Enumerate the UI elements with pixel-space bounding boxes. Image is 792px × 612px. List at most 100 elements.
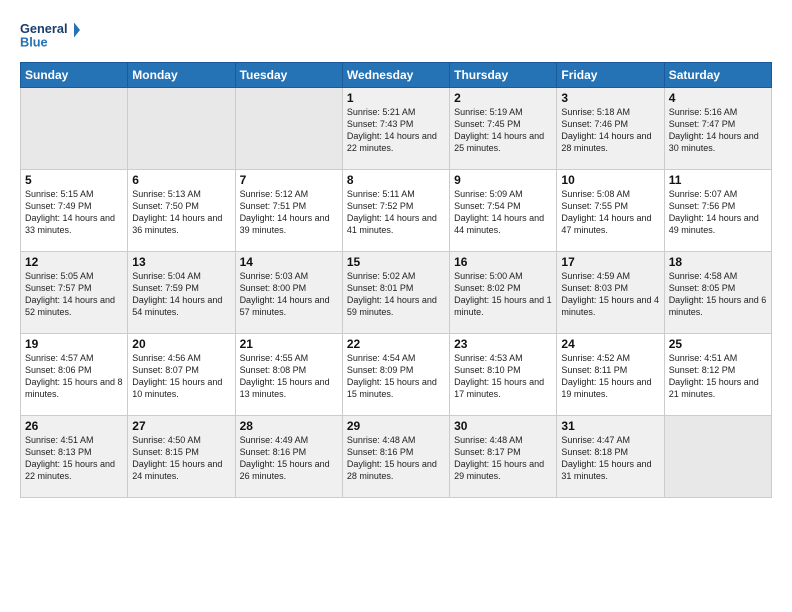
day-info: Sunrise: 5:15 AMSunset: 7:49 PMDaylight:… bbox=[25, 189, 115, 235]
day-number: 14 bbox=[240, 255, 338, 269]
calendar-cell: 26 Sunrise: 4:51 AMSunset: 8:13 PMDaylig… bbox=[21, 416, 128, 498]
day-number: 1 bbox=[347, 91, 445, 105]
calendar-cell: 17 Sunrise: 4:59 AMSunset: 8:03 PMDaylig… bbox=[557, 252, 664, 334]
calendar-cell: 22 Sunrise: 4:54 AMSunset: 8:09 PMDaylig… bbox=[342, 334, 449, 416]
day-number: 2 bbox=[454, 91, 552, 105]
day-number: 12 bbox=[25, 255, 123, 269]
calendar-cell: 21 Sunrise: 4:55 AMSunset: 8:08 PMDaylig… bbox=[235, 334, 342, 416]
day-info: Sunrise: 4:57 AMSunset: 8:06 PMDaylight:… bbox=[25, 353, 123, 399]
svg-text:General: General bbox=[20, 21, 67, 36]
weekday-header: Sunday bbox=[21, 63, 128, 88]
calendar-cell: 29 Sunrise: 4:48 AMSunset: 8:16 PMDaylig… bbox=[342, 416, 449, 498]
day-number: 20 bbox=[132, 337, 230, 351]
day-number: 31 bbox=[561, 419, 659, 433]
day-number: 3 bbox=[561, 91, 659, 105]
calendar-cell: 20 Sunrise: 4:56 AMSunset: 8:07 PMDaylig… bbox=[128, 334, 235, 416]
day-info: Sunrise: 5:02 AMSunset: 8:01 PMDaylight:… bbox=[347, 271, 437, 317]
calendar-cell: 19 Sunrise: 4:57 AMSunset: 8:06 PMDaylig… bbox=[21, 334, 128, 416]
day-info: Sunrise: 5:13 AMSunset: 7:50 PMDaylight:… bbox=[132, 189, 222, 235]
header: General Blue bbox=[20, 16, 772, 56]
day-info: Sunrise: 5:11 AMSunset: 7:52 PMDaylight:… bbox=[347, 189, 437, 235]
day-info: Sunrise: 4:59 AMSunset: 8:03 PMDaylight:… bbox=[561, 271, 659, 317]
calendar-cell: 6 Sunrise: 5:13 AMSunset: 7:50 PMDayligh… bbox=[128, 170, 235, 252]
calendar-cell: 4 Sunrise: 5:16 AMSunset: 7:47 PMDayligh… bbox=[664, 88, 771, 170]
calendar-cell: 5 Sunrise: 5:15 AMSunset: 7:49 PMDayligh… bbox=[21, 170, 128, 252]
calendar-cell: 27 Sunrise: 4:50 AMSunset: 8:15 PMDaylig… bbox=[128, 416, 235, 498]
day-info: Sunrise: 4:53 AMSunset: 8:10 PMDaylight:… bbox=[454, 353, 544, 399]
weekday-header: Monday bbox=[128, 63, 235, 88]
day-number: 25 bbox=[669, 337, 767, 351]
calendar-cell: 11 Sunrise: 5:07 AMSunset: 7:56 PMDaylig… bbox=[664, 170, 771, 252]
calendar-cell: 31 Sunrise: 4:47 AMSunset: 8:18 PMDaylig… bbox=[557, 416, 664, 498]
page: General Blue SundayMondayTuesdayWednesda… bbox=[0, 0, 792, 508]
weekday-header: Friday bbox=[557, 63, 664, 88]
day-info: Sunrise: 4:50 AMSunset: 8:15 PMDaylight:… bbox=[132, 435, 222, 481]
calendar-cell: 23 Sunrise: 4:53 AMSunset: 8:10 PMDaylig… bbox=[450, 334, 557, 416]
calendar-cell bbox=[21, 88, 128, 170]
calendar-cell: 1 Sunrise: 5:21 AMSunset: 7:43 PMDayligh… bbox=[342, 88, 449, 170]
day-number: 16 bbox=[454, 255, 552, 269]
day-info: Sunrise: 5:03 AMSunset: 8:00 PMDaylight:… bbox=[240, 271, 330, 317]
day-info: Sunrise: 4:51 AMSunset: 8:12 PMDaylight:… bbox=[669, 353, 759, 399]
calendar-cell: 30 Sunrise: 4:48 AMSunset: 8:17 PMDaylig… bbox=[450, 416, 557, 498]
day-info: Sunrise: 5:05 AMSunset: 7:57 PMDaylight:… bbox=[25, 271, 115, 317]
day-number: 26 bbox=[25, 419, 123, 433]
day-number: 4 bbox=[669, 91, 767, 105]
day-info: Sunrise: 4:48 AMSunset: 8:16 PMDaylight:… bbox=[347, 435, 437, 481]
calendar-row: 26 Sunrise: 4:51 AMSunset: 8:13 PMDaylig… bbox=[21, 416, 772, 498]
weekday-header: Wednesday bbox=[342, 63, 449, 88]
day-number: 23 bbox=[454, 337, 552, 351]
day-number: 11 bbox=[669, 173, 767, 187]
day-number: 7 bbox=[240, 173, 338, 187]
calendar-cell: 12 Sunrise: 5:05 AMSunset: 7:57 PMDaylig… bbox=[21, 252, 128, 334]
day-info: Sunrise: 5:12 AMSunset: 7:51 PMDaylight:… bbox=[240, 189, 330, 235]
calendar-cell: 7 Sunrise: 5:12 AMSunset: 7:51 PMDayligh… bbox=[235, 170, 342, 252]
day-info: Sunrise: 5:04 AMSunset: 7:59 PMDaylight:… bbox=[132, 271, 222, 317]
calendar-cell: 13 Sunrise: 5:04 AMSunset: 7:59 PMDaylig… bbox=[128, 252, 235, 334]
calendar-cell: 24 Sunrise: 4:52 AMSunset: 8:11 PMDaylig… bbox=[557, 334, 664, 416]
day-number: 18 bbox=[669, 255, 767, 269]
day-number: 13 bbox=[132, 255, 230, 269]
day-info: Sunrise: 5:09 AMSunset: 7:54 PMDaylight:… bbox=[454, 189, 544, 235]
day-info: Sunrise: 5:07 AMSunset: 7:56 PMDaylight:… bbox=[669, 189, 759, 235]
logo: General Blue bbox=[20, 16, 80, 56]
day-info: Sunrise: 4:55 AMSunset: 8:08 PMDaylight:… bbox=[240, 353, 330, 399]
calendar-row: 19 Sunrise: 4:57 AMSunset: 8:06 PMDaylig… bbox=[21, 334, 772, 416]
day-info: Sunrise: 4:52 AMSunset: 8:11 PMDaylight:… bbox=[561, 353, 651, 399]
day-info: Sunrise: 4:54 AMSunset: 8:09 PMDaylight:… bbox=[347, 353, 437, 399]
calendar-cell: 25 Sunrise: 4:51 AMSunset: 8:12 PMDaylig… bbox=[664, 334, 771, 416]
calendar-cell: 3 Sunrise: 5:18 AMSunset: 7:46 PMDayligh… bbox=[557, 88, 664, 170]
calendar-cell: 10 Sunrise: 5:08 AMSunset: 7:55 PMDaylig… bbox=[557, 170, 664, 252]
day-info: Sunrise: 4:49 AMSunset: 8:16 PMDaylight:… bbox=[240, 435, 330, 481]
calendar-cell: 15 Sunrise: 5:02 AMSunset: 8:01 PMDaylig… bbox=[342, 252, 449, 334]
calendar: SundayMondayTuesdayWednesdayThursdayFrid… bbox=[20, 62, 772, 498]
svg-text:Blue: Blue bbox=[20, 35, 48, 50]
day-number: 5 bbox=[25, 173, 123, 187]
weekday-header: Tuesday bbox=[235, 63, 342, 88]
day-info: Sunrise: 4:48 AMSunset: 8:17 PMDaylight:… bbox=[454, 435, 544, 481]
day-info: Sunrise: 4:47 AMSunset: 8:18 PMDaylight:… bbox=[561, 435, 651, 481]
day-number: 10 bbox=[561, 173, 659, 187]
day-number: 24 bbox=[561, 337, 659, 351]
day-info: Sunrise: 5:18 AMSunset: 7:46 PMDaylight:… bbox=[561, 107, 651, 153]
day-info: Sunrise: 4:56 AMSunset: 8:07 PMDaylight:… bbox=[132, 353, 222, 399]
day-number: 8 bbox=[347, 173, 445, 187]
calendar-cell: 8 Sunrise: 5:11 AMSunset: 7:52 PMDayligh… bbox=[342, 170, 449, 252]
calendar-row: 12 Sunrise: 5:05 AMSunset: 7:57 PMDaylig… bbox=[21, 252, 772, 334]
day-number: 9 bbox=[454, 173, 552, 187]
calendar-row: 5 Sunrise: 5:15 AMSunset: 7:49 PMDayligh… bbox=[21, 170, 772, 252]
day-info: Sunrise: 4:58 AMSunset: 8:05 PMDaylight:… bbox=[669, 271, 767, 317]
day-info: Sunrise: 5:08 AMSunset: 7:55 PMDaylight:… bbox=[561, 189, 651, 235]
day-info: Sunrise: 5:00 AMSunset: 8:02 PMDaylight:… bbox=[454, 271, 552, 317]
day-info: Sunrise: 5:16 AMSunset: 7:47 PMDaylight:… bbox=[669, 107, 759, 153]
day-number: 22 bbox=[347, 337, 445, 351]
weekday-header: Saturday bbox=[664, 63, 771, 88]
weekday-header: Thursday bbox=[450, 63, 557, 88]
calendar-cell: 28 Sunrise: 4:49 AMSunset: 8:16 PMDaylig… bbox=[235, 416, 342, 498]
calendar-cell bbox=[664, 416, 771, 498]
day-number: 17 bbox=[561, 255, 659, 269]
day-info: Sunrise: 5:19 AMSunset: 7:45 PMDaylight:… bbox=[454, 107, 544, 153]
logo-svg: General Blue bbox=[20, 16, 80, 56]
day-number: 30 bbox=[454, 419, 552, 433]
calendar-cell: 14 Sunrise: 5:03 AMSunset: 8:00 PMDaylig… bbox=[235, 252, 342, 334]
